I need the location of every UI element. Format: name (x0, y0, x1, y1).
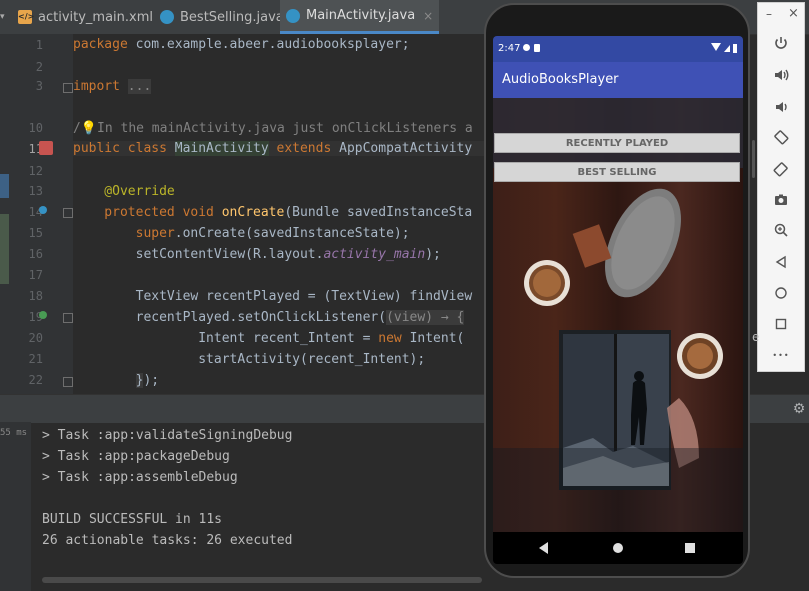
horizontal-scrollbar[interactable] (42, 577, 482, 583)
lightbulb-icon[interactable]: 💡 (81, 121, 97, 136)
overview-icon[interactable] (770, 313, 792, 335)
lambda-gutter-icon[interactable] (39, 311, 47, 319)
code-line: startActivity(recent_Intent); (73, 352, 426, 367)
code-line: protected void onCreate(Bundle savedInst… (73, 205, 473, 220)
code-line: setContentView(R.layout.activity_main); (73, 247, 441, 262)
side-power-button[interactable] (752, 140, 755, 178)
line-number: 10 (28, 121, 43, 135)
code-line: @Override (73, 184, 175, 199)
code-line: super.onCreate(savedInstanceState); (73, 226, 410, 241)
home-icon[interactable] (613, 543, 623, 553)
back-icon[interactable] (770, 251, 792, 273)
volume-down-icon[interactable] (770, 96, 792, 118)
line-number: 17 (28, 268, 43, 282)
tool-strip-marker (0, 174, 9, 198)
close-icon[interactable]: × (423, 9, 433, 23)
best-selling-button[interactable]: BEST SELLING (494, 162, 740, 182)
build-output-line: > Task :app:assembleDebug (42, 470, 238, 485)
code-line: public class MainActivity extends AppCom… (73, 141, 486, 156)
code-line: /💡In the mainActivity.java just onClickL… (73, 121, 473, 136)
gear-icon[interactable]: ⚙ (791, 401, 807, 417)
xml-file-icon: </> (18, 10, 34, 24)
line-number: 13 (28, 184, 43, 198)
signal-icon (724, 45, 730, 52)
line-number-gutter: 1 2 3 10 11 12 13 14 15 16 17 18 19 20 2… (9, 34, 73, 394)
java-class-icon (160, 10, 174, 24)
fold-toggle[interactable] (63, 313, 73, 323)
left-tool-strip (0, 34, 9, 394)
fold-toggle[interactable] (63, 377, 73, 387)
code-line: import ... (73, 79, 152, 94)
notification-icon (523, 44, 530, 51)
build-output-line: > Task :app:validateSigningDebug (42, 428, 293, 443)
home-icon[interactable] (770, 282, 792, 304)
line-number: 12 (28, 164, 43, 178)
line-number: 2 (35, 60, 43, 74)
line-number: 21 (28, 352, 43, 366)
camera-icon[interactable] (770, 189, 792, 211)
back-icon[interactable] (539, 542, 548, 554)
more-icon[interactable]: ••• (770, 344, 792, 366)
emulator-screen[interactable]: 2:47 AudioBooksPlayer RECENTLY PLAYED BE… (493, 36, 743, 564)
class-gutter-icon[interactable] (39, 141, 53, 155)
line-number: 16 (28, 247, 43, 261)
line-number: 22 (28, 373, 43, 387)
volume-up-icon[interactable] (770, 64, 792, 86)
app-toolbar: AudioBooksPlayer (493, 62, 743, 98)
code-line: recentPlayed.setOnClickListener((view) →… (73, 310, 465, 325)
code-line: Intent recent_Intent = new Intent( (73, 331, 465, 346)
wifi-icon (711, 43, 721, 51)
rotate-left-icon[interactable] (770, 126, 792, 148)
build-tree-strip: 55 ms (0, 422, 31, 591)
tab-label: activity_main.xml (38, 9, 154, 25)
code-editor[interactable]: package com.example.abeer.audiobooksplay… (73, 34, 486, 394)
emulator-side-toolbar: – × ••• (757, 2, 805, 372)
partial-editor-text: e (752, 330, 760, 344)
override-gutter-icon[interactable] (39, 206, 47, 214)
recents-icon[interactable] (685, 543, 695, 553)
build-output-line: > Task :app:packageDebug (42, 449, 230, 464)
close-icon[interactable]: × (788, 6, 799, 21)
zoom-icon[interactable] (770, 219, 792, 241)
recently-played-button[interactable]: RECENTLY PLAYED (494, 133, 740, 153)
java-class-icon (286, 8, 300, 23)
app-title: AudioBooksPlayer (502, 72, 619, 87)
rotate-right-icon[interactable] (770, 158, 792, 180)
build-summary: 26 actionable tasks: 26 executed (42, 533, 293, 548)
tab-activity-main-xml[interactable]: </> activity_main.xml × (14, 0, 171, 34)
android-nav-bar (493, 532, 743, 564)
build-status: BUILD SUCCESSFUL in 11s (42, 512, 223, 527)
line-number: 3 (35, 79, 43, 93)
android-status-bar: 2:47 (493, 36, 743, 62)
tab-mainactivity-java[interactable]: MainActivity.java × (280, 0, 440, 34)
tab-overflow[interactable]: ▾ (0, 0, 10, 34)
line-number: 15 (28, 226, 43, 240)
code-line: }); (135, 373, 160, 388)
code-line: TextView recentPlayed = (TextView) findV… (73, 289, 473, 304)
tool-strip-marker (0, 214, 9, 284)
power-icon[interactable] (770, 32, 792, 54)
line-number: 18 (28, 289, 43, 303)
tab-label: BestSelling.java (180, 9, 284, 25)
line-number: 20 (28, 331, 43, 345)
fold-toggle[interactable] (63, 208, 73, 218)
build-duration: 55 ms (0, 428, 28, 438)
code-line: package com.example.abeer.audiobooksplay… (73, 37, 410, 52)
line-number: 1 (35, 38, 43, 52)
minimize-icon[interactable]: – (766, 7, 772, 21)
tab-label: MainActivity.java (306, 8, 416, 23)
battery-icon (733, 44, 737, 53)
status-time: 2:47 (498, 43, 521, 54)
sim-icon (534, 44, 540, 52)
fold-toggle[interactable] (63, 83, 73, 93)
